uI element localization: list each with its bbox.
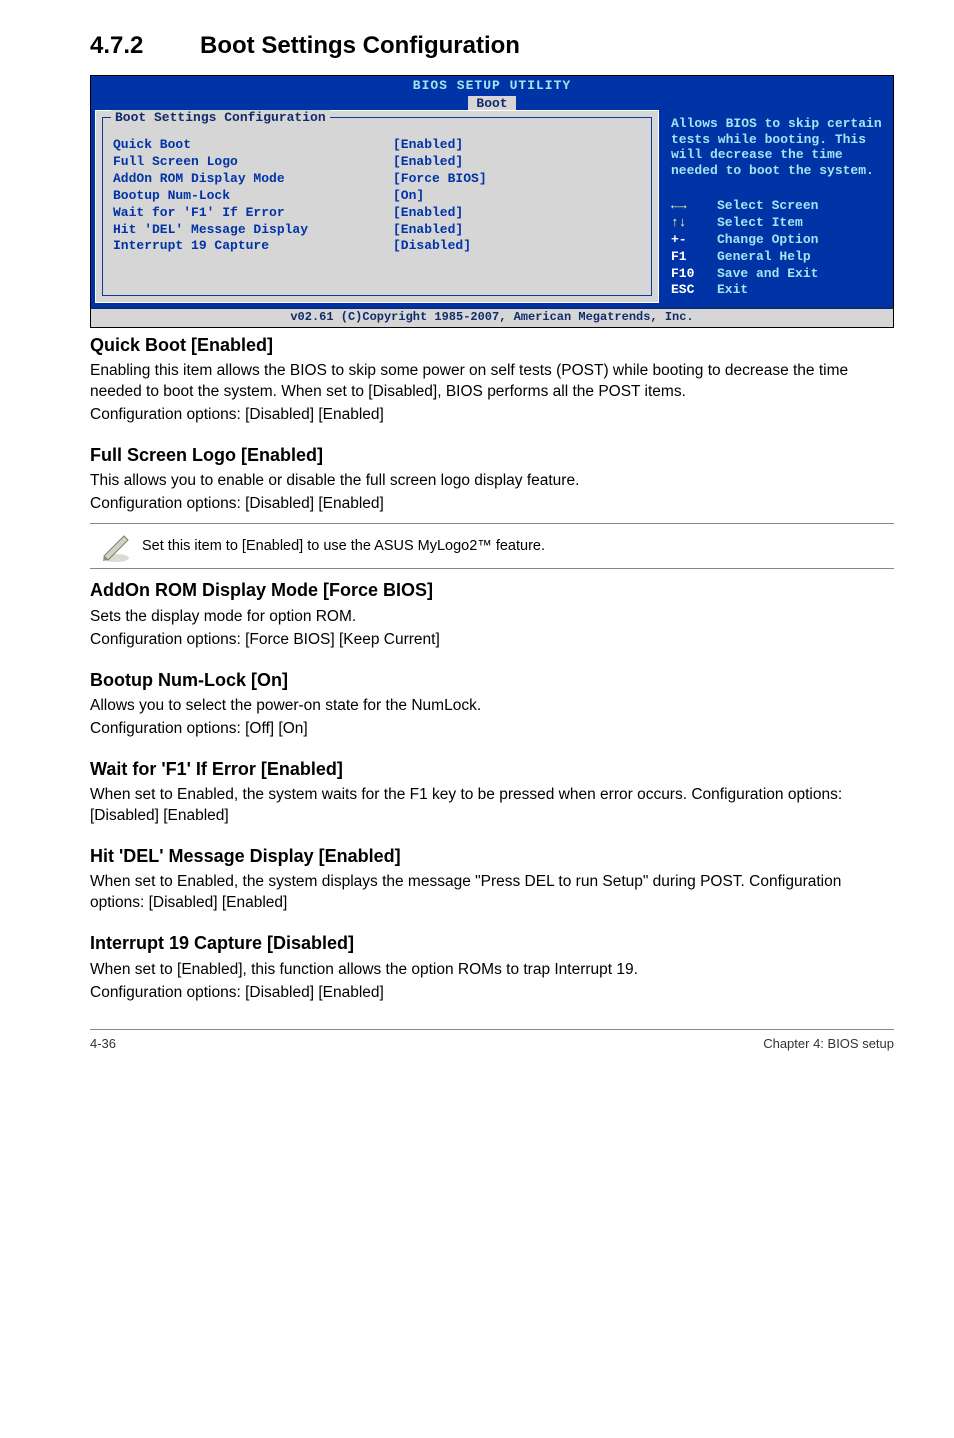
nav-key: F1 xyxy=(671,249,717,266)
note-block: Set this item to [Enabled] to use the AS… xyxy=(90,523,894,569)
bios-nav-row: F10Save and Exit xyxy=(671,266,883,283)
bios-row-label: Bootup Num-Lock xyxy=(113,188,393,205)
bios-row[interactable]: Hit 'DEL' Message Display[Enabled] xyxy=(113,222,641,239)
bios-row-label: Full Screen Logo xyxy=(113,154,393,171)
nav-key: ESC xyxy=(671,282,717,299)
paragraph: Configuration options: [Disabled] [Enabl… xyxy=(90,405,894,426)
bios-nav-row: ↑↓Select Item xyxy=(671,215,883,232)
nav-text: General Help xyxy=(717,249,811,266)
bios-panel: BIOS SETUP UTILITY Boot Boot Settings Co… xyxy=(90,75,894,328)
bios-body: Boot Settings Configuration Quick Boot[E… xyxy=(91,110,893,307)
section-title-text: Boot Settings Configuration xyxy=(200,32,520,59)
bios-nav-row: ←→Select Screen xyxy=(671,198,883,215)
paragraph: Configuration options: [Off] [On] xyxy=(90,719,894,740)
bios-row-label: Interrupt 19 Capture xyxy=(113,238,393,255)
bios-row[interactable]: Bootup Num-Lock[On] xyxy=(113,188,641,205)
paragraph: Sets the display mode for option ROM. xyxy=(90,607,894,628)
bios-row-label: Hit 'DEL' Message Display xyxy=(113,222,393,239)
bios-left-pane: Boot Settings Configuration Quick Boot[E… xyxy=(95,110,659,303)
paragraph: When set to Enabled, the system waits fo… xyxy=(90,785,894,827)
bios-row[interactable]: Full Screen Logo[Enabled] xyxy=(113,154,641,171)
bios-footer: v02.61 (C)Copyright 1985-2007, American … xyxy=(91,307,893,327)
bios-row-label: AddOn ROM Display Mode xyxy=(113,171,393,188)
nav-key: ↑↓ xyxy=(671,215,717,232)
paragraph: This allows you to enable or disable the… xyxy=(90,471,894,492)
bios-row-value: [Force BIOS] xyxy=(393,171,487,188)
nav-text: Save and Exit xyxy=(717,266,818,283)
bios-row[interactable]: AddOn ROM Display Mode[Force BIOS] xyxy=(113,171,641,188)
bios-nav-row: F1General Help xyxy=(671,249,883,266)
page-number: 4-36 xyxy=(90,1036,116,1053)
bios-right-pane: Allows BIOS to skip certain tests while … xyxy=(663,110,893,307)
bios-row-label: Quick Boot xyxy=(113,137,393,154)
bios-row-value: [Enabled] xyxy=(393,205,463,222)
bios-help-paragraph: Allows BIOS to skip certain tests while … xyxy=(671,116,883,178)
nav-key: ←→ xyxy=(671,198,717,215)
heading-bootup-numlock: Bootup Num-Lock [On] xyxy=(90,669,894,692)
paragraph: When set to Enabled, the system displays… xyxy=(90,872,894,914)
nav-key: F10 xyxy=(671,266,717,283)
chapter-label: Chapter 4: BIOS setup xyxy=(763,1036,894,1053)
bios-row-value: [On] xyxy=(393,188,424,205)
bios-row[interactable]: Quick Boot[Enabled] xyxy=(113,137,641,154)
heading-quick-boot: Quick Boot [Enabled] xyxy=(90,334,894,357)
section-number: 4.7.2 xyxy=(90,30,200,61)
note-text: Set this item to [Enabled] to use the AS… xyxy=(142,531,894,562)
nav-key: +- xyxy=(671,232,717,249)
bios-row[interactable]: Wait for 'F1' If Error[Enabled] xyxy=(113,205,641,222)
bios-header: BIOS SETUP UTILITY Boot xyxy=(91,76,893,110)
heading-addon-rom: AddOn ROM Display Mode [Force BIOS] xyxy=(90,579,894,602)
nav-text: Change Option xyxy=(717,232,818,249)
heading-hit-del: Hit 'DEL' Message Display [Enabled] xyxy=(90,845,894,868)
bios-nav-block: ←→Select Screen ↑↓Select Item +-Change O… xyxy=(671,198,883,299)
paragraph: Configuration options: [Force BIOS] [Kee… xyxy=(90,630,894,651)
bios-row[interactable]: Interrupt 19 Capture[Disabled] xyxy=(113,238,641,255)
bios-row-value: [Disabled] xyxy=(393,238,471,255)
note-pencil-icon xyxy=(90,528,142,564)
paragraph: Configuration options: [Disabled] [Enabl… xyxy=(90,494,894,515)
bios-help-text: Allows BIOS to skip certain tests while … xyxy=(671,116,883,178)
bios-panel-label: Boot Settings Configuration xyxy=(111,110,330,127)
bios-row-label: Wait for 'F1' If Error xyxy=(113,205,393,222)
nav-text: Exit xyxy=(717,282,748,299)
paragraph: When set to [Enabled], this function all… xyxy=(90,960,894,981)
bios-row-value: [Enabled] xyxy=(393,222,463,239)
bios-title: BIOS SETUP UTILITY xyxy=(91,78,893,95)
bios-row-value: [Enabled] xyxy=(393,154,463,171)
paragraph: Allows you to select the power-on state … xyxy=(90,696,894,717)
nav-text: Select Item xyxy=(717,215,803,232)
paragraph: Enabling this item allows the BIOS to sk… xyxy=(90,361,894,403)
bios-nav-row: ESCExit xyxy=(671,282,883,299)
bios-nav-row: +-Change Option xyxy=(671,232,883,249)
heading-wait-f1: Wait for 'F1' If Error [Enabled] xyxy=(90,758,894,781)
nav-text: Select Screen xyxy=(717,198,818,215)
heading-interrupt-19: Interrupt 19 Capture [Disabled] xyxy=(90,932,894,955)
paragraph: Configuration options: [Disabled] [Enabl… xyxy=(90,983,894,1004)
heading-full-screen-logo: Full Screen Logo [Enabled] xyxy=(90,444,894,467)
bios-row-value: [Enabled] xyxy=(393,137,463,154)
section-heading: 4.7.2Boot Settings Configuration xyxy=(90,30,894,61)
page-footer: 4-36 Chapter 4: BIOS setup xyxy=(90,1029,894,1053)
